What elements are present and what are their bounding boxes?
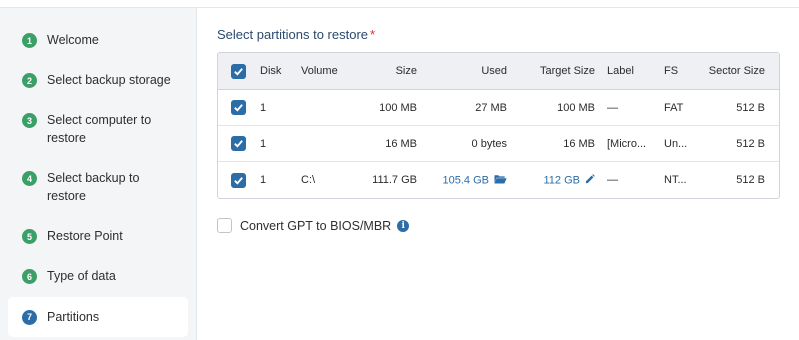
column-header-label[interactable]: Label [607, 65, 634, 77]
cell-sector-size: 512 B [736, 174, 765, 186]
required-mark: * [370, 27, 376, 42]
cell-used: 27 MB [475, 101, 507, 114]
step-select-backup-storage[interactable]: 2 Select backup storage [8, 73, 188, 89]
column-header-size[interactable]: Size [396, 65, 417, 77]
step-label: Type of data [47, 269, 116, 283]
step-number-badge: 3 [22, 113, 37, 128]
page-title: Select partitions to restore * [217, 27, 375, 42]
step-number-badge: 4 [22, 171, 37, 186]
row-checkbox[interactable] [231, 100, 246, 115]
step-label: Select backup to restore [47, 171, 140, 203]
info-icon[interactable]: i [397, 219, 410, 232]
top-divider [0, 0, 799, 8]
cell-sector-size: 512 B [736, 137, 765, 150]
column-header-target-size[interactable]: Target Size [540, 65, 595, 77]
cell-label: [Micro... [607, 137, 647, 150]
column-header-sector-size[interactable]: Sector Size [709, 65, 765, 77]
convert-gpt-option[interactable]: Convert GPT to BIOS/MBR i [217, 218, 410, 233]
check-icon [231, 63, 246, 79]
column-header-used[interactable]: Used [481, 65, 507, 77]
wizard-sidebar: 1 Welcome 2 Select backup storage 3 Sele… [0, 8, 197, 340]
cell-label: — [607, 101, 618, 114]
cell-disk: 1 [260, 101, 267, 114]
check-icon [231, 100, 246, 115]
step-restore-point[interactable]: 5 Restore Point [8, 229, 188, 245]
check-icon [231, 136, 246, 151]
title-text: Select partitions to restore [217, 27, 369, 42]
section-heading: Select partitions to restore * [217, 27, 375, 42]
cell-size: 100 MB [379, 101, 417, 114]
cell-used: 0 bytes [471, 137, 507, 150]
cell-volume: C:\ [301, 174, 316, 186]
step-partitions[interactable]: 7 Partitions [8, 297, 188, 337]
column-header-fs[interactable]: FS [664, 65, 678, 77]
table-row[interactable]: 1 16 MB 0 bytes 16 MB [Micro... Un... 51… [218, 126, 779, 162]
target-size-link[interactable]: 112 GB [544, 174, 581, 186]
step-number-badge: 1 [22, 33, 37, 48]
row-checkbox[interactable] [231, 136, 246, 151]
table-header: Disk Volume Size Used Target Size Label … [218, 53, 779, 90]
cell-target-size: 112 GB [544, 173, 596, 187]
table-row[interactable]: 1 100 MB 27 MB 100 MB — FAT 512 B [218, 90, 779, 126]
table-row[interactable]: 1 C:\ 111.7 GB 105.4 GB 112 GB — NT... 5… [218, 162, 779, 198]
cell-fs: Un... [664, 137, 688, 150]
cell-target-size: 16 MB [563, 137, 595, 150]
cell-size: 111.7 GB [372, 174, 417, 186]
step-label: Restore Point [47, 229, 123, 243]
step-welcome[interactable]: 1 Welcome [8, 33, 188, 49]
column-header-disk[interactable]: Disk [260, 65, 281, 77]
step-type-of-data[interactable]: 6 Type of data [8, 269, 188, 285]
convert-gpt-checkbox[interactable] [217, 218, 232, 233]
cell-target-size: 100 MB [557, 101, 595, 114]
step-number-badge: 5 [22, 229, 37, 244]
pencil-icon[interactable] [585, 173, 595, 187]
folder-open-icon[interactable] [494, 174, 507, 187]
cell-sector-size: 512 B [736, 101, 765, 114]
cell-used: 105.4 GB [443, 174, 507, 187]
check-icon [231, 172, 246, 188]
step-select-computer[interactable]: 3 Select computer to restore [8, 113, 188, 147]
cell-label: — [607, 174, 618, 186]
step-number-badge: 7 [22, 309, 37, 325]
convert-gpt-label: Convert GPT to BIOS/MBR [240, 218, 392, 233]
cell-disk: 1 [260, 137, 267, 150]
step-label: Welcome [47, 33, 99, 47]
step-label: Select backup storage [47, 73, 171, 87]
step-label: Select computer to restore [47, 113, 152, 145]
cell-fs: FAT [664, 101, 684, 114]
step-label: Partitions [47, 310, 100, 324]
step-select-backup[interactable]: 4 Select backup to restore [8, 171, 188, 205]
used-link[interactable]: 105.4 GB [443, 174, 489, 186]
select-all-checkbox[interactable] [231, 63, 246, 79]
cell-fs: NT... [664, 174, 687, 186]
cell-size: 16 MB [385, 137, 417, 150]
step-number-badge: 6 [22, 269, 37, 284]
row-checkbox[interactable] [231, 172, 246, 188]
cell-disk: 1 [260, 174, 267, 186]
column-header-volume[interactable]: Volume [301, 65, 338, 77]
step-number-badge: 2 [22, 73, 37, 88]
partitions-table: Disk Volume Size Used Target Size Label … [217, 52, 780, 199]
